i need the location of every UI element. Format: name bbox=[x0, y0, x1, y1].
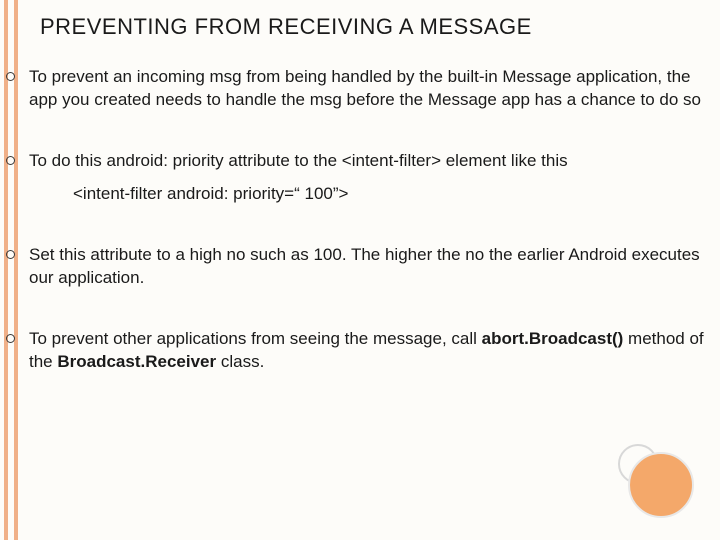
list-item: To prevent other applications from seein… bbox=[28, 328, 718, 374]
bullet-icon bbox=[6, 250, 15, 259]
list-item-text: Set this attribute to a high no such as … bbox=[29, 244, 718, 290]
list-item-text: To prevent other applications from seein… bbox=[29, 328, 718, 374]
bullet-list: To prevent an incoming msg from being ha… bbox=[28, 66, 718, 412]
list-item-subline: <intent-filter android: priority=“ 100”> bbox=[73, 183, 718, 206]
list-item-text: To prevent an incoming msg from being ha… bbox=[29, 66, 718, 112]
list-item: To prevent an incoming msg from being ha… bbox=[28, 66, 718, 112]
bullet-icon bbox=[6, 334, 15, 343]
accent-stripe bbox=[4, 0, 8, 540]
page-title: PREVENTING FROM RECEIVING A MESSAGE bbox=[40, 14, 532, 40]
list-item: To do this android: priority attribute t… bbox=[28, 150, 718, 206]
list-item-text: To do this android: priority attribute t… bbox=[29, 150, 718, 206]
bullet-icon bbox=[6, 72, 15, 81]
bullet-icon bbox=[6, 156, 15, 165]
accent-stripe bbox=[14, 0, 18, 540]
list-item-line: To do this android: priority attribute t… bbox=[29, 151, 568, 170]
decor-circle-fill bbox=[628, 452, 694, 518]
list-item: Set this attribute to a high no such as … bbox=[28, 244, 718, 290]
